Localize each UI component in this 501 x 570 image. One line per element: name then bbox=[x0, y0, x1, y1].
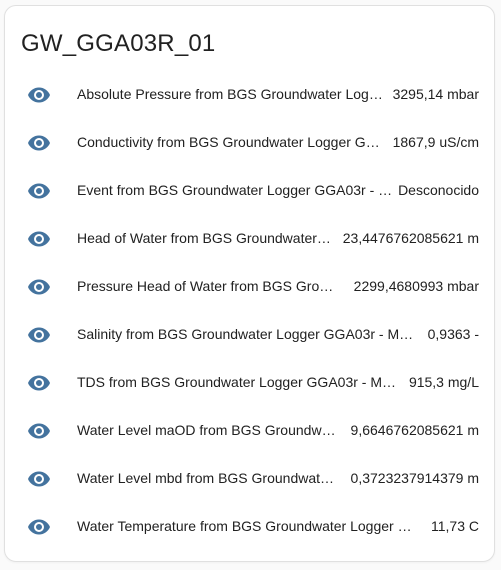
entity-state: 3295,14 mbar bbox=[392, 86, 479, 102]
entity-list: Absolute Pressure from BGS Groundwater L… bbox=[5, 71, 496, 551]
entity-row-conductivity[interactable]: Conductivity from BGS Groundwater Logger… bbox=[5, 119, 496, 167]
entity-state: 9,6646762085621 m bbox=[350, 422, 479, 438]
entity-row-water-level-maod[interactable]: Water Level maOD from BGS Groundwater Lo… bbox=[5, 407, 496, 455]
entity-name: Water Level mbd from BGS Groundwater Log… bbox=[77, 470, 341, 486]
entity-name: Salinity from BGS Groundwater Logger GGA… bbox=[77, 326, 417, 342]
entity-name: Pressure Head of Water from BGS Groundwa… bbox=[77, 278, 341, 294]
eye-icon bbox=[28, 231, 50, 247]
entity-name: Water Temperature from BGS Groundwater L… bbox=[77, 518, 422, 534]
entity-row-tds[interactable]: TDS from BGS Groundwater Logger GGA03r -… bbox=[5, 359, 496, 407]
entity-state: 915,3 mg/L bbox=[408, 374, 479, 390]
card-title: GW_GGA03R_01 bbox=[21, 30, 216, 57]
entity-row-event[interactable]: Event from BGS Groundwater Logger GGA03r… bbox=[5, 167, 496, 215]
entity-name: TDS from BGS Groundwater Logger GGA03r -… bbox=[77, 374, 399, 390]
eye-icon bbox=[28, 135, 50, 151]
entity-state: 1867,9 uS/cm bbox=[392, 134, 479, 150]
entity-state: 2299,4680993 mbar bbox=[353, 278, 479, 294]
entity-name: Event from BGS Groundwater Logger GGA03r… bbox=[77, 182, 393, 198]
eye-icon bbox=[28, 87, 50, 103]
entity-state: 23,4476762085621 m bbox=[342, 230, 479, 246]
eye-icon bbox=[28, 327, 50, 343]
entity-row-pressure-head[interactable]: Pressure Head of Water from BGS Groundwa… bbox=[5, 263, 496, 311]
entity-row-water-temperature[interactable]: Water Temperature from BGS Groundwater L… bbox=[5, 503, 496, 551]
eye-icon bbox=[28, 183, 50, 199]
entity-state: Desconocido bbox=[398, 182, 479, 198]
entity-state: 0,9363 - bbox=[427, 326, 479, 342]
eye-icon bbox=[28, 519, 50, 535]
entity-name: Head of Water from BGS Groundwater Logge… bbox=[77, 230, 333, 246]
entity-name: Water Level maOD from BGS Groundwater Lo… bbox=[77, 422, 339, 438]
eye-icon bbox=[28, 471, 50, 487]
eye-icon bbox=[28, 279, 50, 295]
entity-name: Absolute Pressure from BGS Groundwater L… bbox=[77, 86, 384, 102]
entity-row-absolute-pressure[interactable]: Absolute Pressure from BGS Groundwater L… bbox=[5, 71, 496, 119]
entity-row-salinity[interactable]: Salinity from BGS Groundwater Logger GGA… bbox=[5, 311, 496, 359]
eye-icon bbox=[28, 423, 50, 439]
entity-state: 11,73 C bbox=[431, 518, 479, 534]
entity-row-head-of-water[interactable]: Head of Water from BGS Groundwater Logge… bbox=[5, 215, 496, 263]
entities-card: GW_GGA03R_01 Absolute Pressure from BGS … bbox=[4, 5, 495, 562]
eye-icon bbox=[28, 375, 50, 391]
entity-state: 0,3723237914379 m bbox=[350, 470, 479, 486]
entity-row-water-level-mbd[interactable]: Water Level mbd from BGS Groundwater Log… bbox=[5, 455, 496, 503]
entity-name: Conductivity from BGS Groundwater Logger… bbox=[77, 134, 381, 150]
